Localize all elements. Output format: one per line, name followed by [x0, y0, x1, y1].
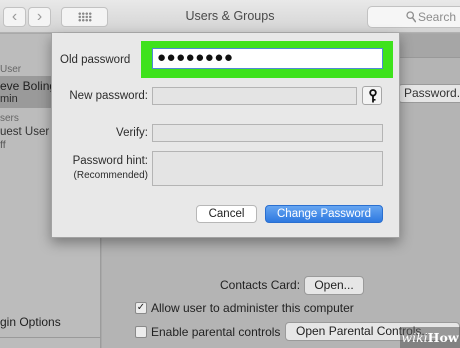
key-icon — [369, 89, 377, 103]
verify-label: Verify: — [116, 127, 148, 139]
verify-field[interactable] — [152, 124, 383, 142]
back-button[interactable]: ‹ — [3, 7, 26, 27]
parental-controls-checkbox[interactable] — [135, 326, 147, 338]
old-password-label: Old password — [60, 54, 131, 66]
chevron-left-icon: ‹ — [11, 8, 18, 25]
open-contacts-button[interactable]: Open... — [304, 276, 364, 295]
password-hint-sublabel: (Recommended) — [73, 170, 148, 181]
show-all-button[interactable] — [61, 7, 108, 27]
new-password-label: New password: — [69, 90, 148, 102]
new-password-field[interactable] — [152, 87, 357, 105]
parental-controls-label: Enable parental controls — [151, 325, 281, 339]
old-password-field[interactable]: ●●●●●●●● — [152, 48, 383, 69]
forward-button[interactable]: › — [28, 7, 51, 27]
change-password-button[interactable]: Password... — [398, 84, 460, 103]
chevron-right-icon: › — [36, 8, 43, 25]
current-user-header: User — [0, 64, 22, 75]
wikihow-watermark: wikiHow — [400, 327, 460, 348]
allow-admin-label: Allow user to administer this computer — [151, 301, 354, 315]
search-placeholder: Search — [418, 10, 457, 24]
password-hint-field[interactable] — [152, 151, 383, 186]
password-assistant-button[interactable] — [362, 86, 382, 105]
guest-user-status: ff — [0, 139, 6, 151]
login-options-item[interactable]: gin Options — [0, 315, 61, 329]
checkmark-icon: ✓ — [136, 302, 146, 313]
search-input[interactable]: Search — [367, 6, 460, 28]
search-icon — [406, 11, 416, 23]
change-password-confirm-button[interactable]: Change Password — [265, 205, 383, 223]
current-user-name: eve Boling — [0, 79, 57, 93]
other-users-header: sers — [0, 113, 19, 124]
cancel-button[interactable]: Cancel — [196, 205, 257, 223]
title-bar: ‹ › Users & Groups Search — [0, 0, 460, 33]
grid-icon — [78, 12, 92, 22]
allow-admin-checkbox[interactable]: ✓ — [135, 302, 147, 314]
password-hint-label: Password hint: — [72, 155, 148, 167]
window-title: Users & Groups — [185, 9, 275, 23]
sidebar-divider — [0, 337, 101, 338]
contacts-card-label: Contacts Card: — [220, 278, 301, 292]
current-user-role: min — [0, 93, 18, 105]
guest-user-name: uest User — [0, 126, 50, 138]
